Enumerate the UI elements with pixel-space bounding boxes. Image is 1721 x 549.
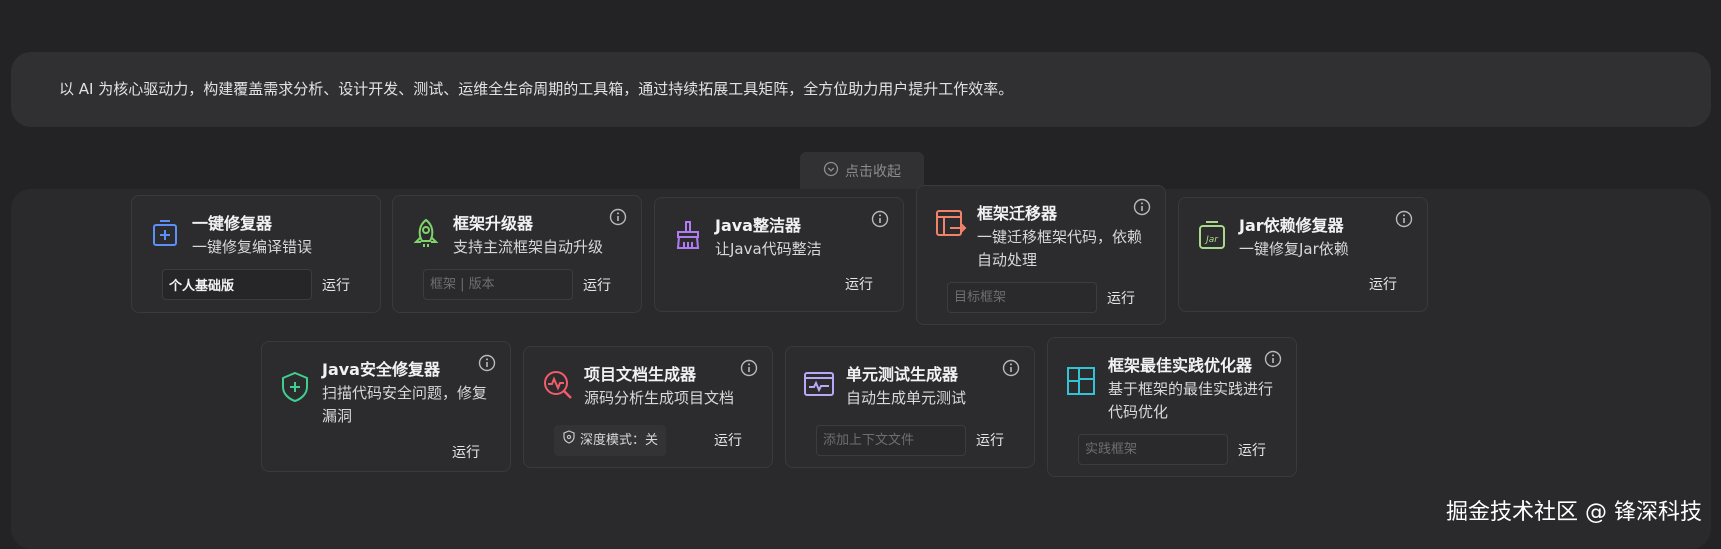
watermark: 掘金技术社区 @ 锋深科技 <box>1446 500 1702 525</box>
info-icon[interactable] <box>1264 350 1282 368</box>
tool-card-framework-migrator: 框架迁移器 一键迁移框架代码，依赖自动处理 运行 <box>916 185 1166 325</box>
info-icon[interactable] <box>740 359 758 377</box>
run-button[interactable]: 运行 <box>452 442 480 462</box>
tool-title: 框架迁移器 <box>977 204 1058 223</box>
tool-title: 项目文档生成器 <box>584 365 697 384</box>
intro-text: 以 AI 为核心驱动力，构建覆盖需求分析、设计开发、测试、运维全生命周期的工具箱… <box>59 80 1014 98</box>
tool-description: 源码分析生成项目文档 <box>584 389 735 407</box>
tool-card-java-security-fixer: Java安全修复器 扫描代码安全问题，修复漏洞 运行 <box>261 341 511 472</box>
broom-icon <box>671 218 705 252</box>
tool-title: Java整洁器 <box>715 216 801 235</box>
run-button[interactable]: 运行 <box>845 274 873 294</box>
framework-version-field[interactable] <box>423 269 573 300</box>
deep-mode-label: 深度模式：关 <box>580 433 659 448</box>
run-button[interactable]: 运行 <box>1238 440 1266 460</box>
doc-search-icon <box>540 367 574 401</box>
tool-title: 一键修复器 <box>192 214 273 233</box>
tool-title: Jar依赖修复器 <box>1239 216 1344 235</box>
shield-plus-icon <box>278 370 312 404</box>
tool-description: 一键迁移框架代码，依赖自动处理 <box>977 228 1143 269</box>
tool-description: 一键修复编译错误 <box>192 238 313 256</box>
tool-title: 单元测试生成器 <box>846 365 959 384</box>
shield-icon <box>562 425 576 456</box>
info-icon[interactable] <box>1395 210 1413 228</box>
deep-mode-toggle[interactable]: 深度模式：关 <box>554 425 667 456</box>
tool-card-framework-upgrader: 框架升级器 支持主流框架自动升级 运行 <box>392 195 642 313</box>
edition-field[interactable] <box>162 269 312 300</box>
context-files-field[interactable] <box>816 425 966 456</box>
target-framework-field[interactable] <box>947 282 1097 313</box>
run-button[interactable]: 运行 <box>714 430 742 450</box>
tool-card-best-practice-optimizer: 框架最佳实践优化器 基于框架的最佳实践进行代码优化 运行 <box>1047 337 1297 477</box>
tool-description: 让Java代码整洁 <box>715 240 822 258</box>
collapse-label: 点击收起 <box>845 163 901 180</box>
rocket-icon <box>409 216 443 250</box>
run-button[interactable]: 运行 <box>1369 274 1397 294</box>
tool-title: Java安全修复器 <box>322 360 440 379</box>
run-button[interactable]: 运行 <box>583 275 611 295</box>
tool-card-java-cleaner: Java整洁器 让Java代码整洁 运行 <box>654 197 904 312</box>
info-icon[interactable] <box>1002 359 1020 377</box>
jar-icon: Jar <box>1195 218 1229 252</box>
intro-banner: 以 AI 为核心驱动力，构建覆盖需求分析、设计开发、测试、运维全生命周期的工具箱… <box>11 52 1711 127</box>
tool-card-fixer: 一键修复器 一键修复编译错误 运行 <box>131 195 381 313</box>
info-icon[interactable] <box>1133 198 1151 216</box>
tool-card-unit-test-generator: 单元测试生成器 自动生成单元测试 运行 <box>785 346 1035 468</box>
collapse-button[interactable]: 点击收起 <box>800 152 924 189</box>
repair-box-icon <box>148 216 182 250</box>
tool-card-doc-generator: 项目文档生成器 源码分析生成项目文档 深度模式：关 运行 <box>523 346 773 468</box>
info-icon[interactable] <box>609 208 627 226</box>
layout-grid-icon <box>1064 364 1098 398</box>
tool-description: 基于框架的最佳实践进行代码优化 <box>1108 380 1274 421</box>
migrate-icon <box>933 206 967 240</box>
run-button[interactable]: 运行 <box>322 275 350 295</box>
run-button[interactable]: 运行 <box>1107 288 1135 308</box>
circle-chevron-down-icon <box>823 161 839 181</box>
practice-framework-field[interactable] <box>1078 434 1228 465</box>
test-window-icon <box>802 367 836 401</box>
tool-card-jar-fixer: Jar Jar依赖修复器 一键修复Jar依赖 运行 <box>1178 197 1428 312</box>
tool-description: 支持主流框架自动升级 <box>453 238 604 256</box>
tool-description: 自动生成单元测试 <box>846 389 967 407</box>
tool-title: 框架最佳实践优化器 <box>1108 356 1253 375</box>
tool-description: 一键修复Jar依赖 <box>1239 240 1349 258</box>
info-icon[interactable] <box>871 210 889 228</box>
tool-description: 扫描代码安全问题，修复漏洞 <box>322 384 488 425</box>
svg-text:Jar: Jar <box>1204 235 1219 245</box>
tool-title: 框架升级器 <box>453 214 534 233</box>
run-button[interactable]: 运行 <box>976 430 1004 450</box>
info-icon[interactable] <box>478 354 496 372</box>
